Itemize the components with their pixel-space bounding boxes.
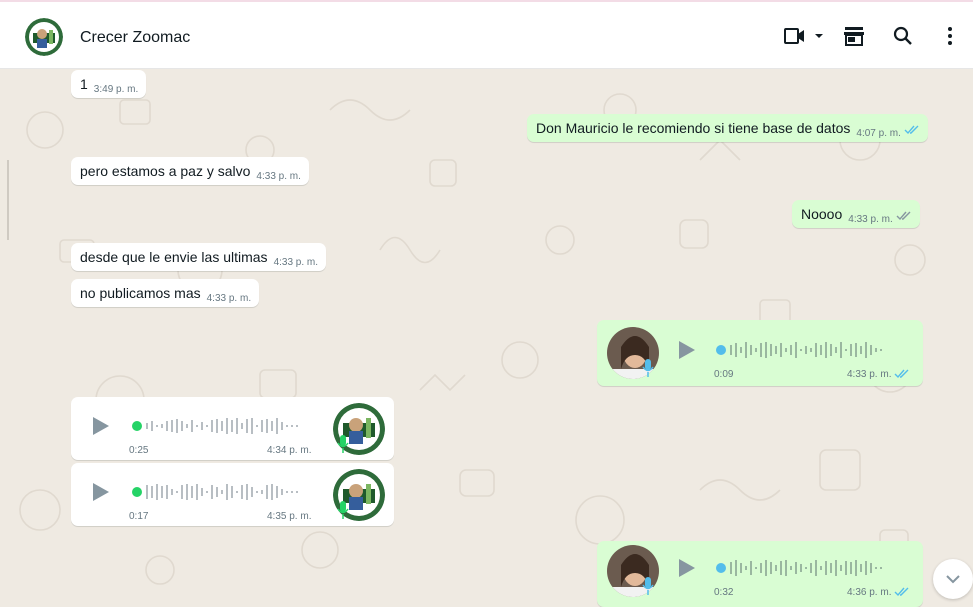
- chevron-down-icon[interactable]: [814, 31, 824, 41]
- message-time: 3:49 p. m.: [93, 84, 139, 95]
- message-outgoing[interactable]: Noooo 4:33 p. m.: [792, 200, 920, 228]
- waveform[interactable]: [131, 482, 321, 502]
- mic-icon: [337, 435, 349, 453]
- voice-message-outgoing[interactable]: 0:32 4:36 p. m.: [597, 541, 923, 607]
- message-text: 1: [80, 76, 88, 92]
- mic-icon: [642, 359, 654, 377]
- play-icon[interactable]: [679, 559, 695, 577]
- mic-icon: [642, 577, 654, 595]
- message-text: pero estamos a paz y salvo: [80, 163, 251, 179]
- chevron-down-icon: [946, 575, 960, 584]
- waveform[interactable]: [715, 558, 905, 578]
- play-icon[interactable]: [93, 483, 109, 501]
- voice-duration: 0:09: [714, 369, 734, 380]
- message-incoming[interactable]: desde que le envie las ultimas 4:33 p. m.: [71, 243, 327, 271]
- double-tick-icon: [894, 369, 909, 379]
- contact-avatar[interactable]: [25, 18, 63, 56]
- voice-message-outgoing[interactable]: 0:09 4:33 p. m.: [597, 320, 923, 386]
- voice-duration: 0:32: [714, 587, 734, 598]
- voice-time: 4:36 p. m.: [847, 587, 910, 598]
- message-text: Noooo: [801, 206, 843, 222]
- voice-duration: 0:25: [129, 445, 149, 456]
- contact-name[interactable]: Crecer Zoomac: [80, 29, 190, 47]
- message-time: 4:33 p. m.: [848, 214, 893, 225]
- double-tick-icon: [904, 125, 919, 135]
- left-resize-handle: [7, 160, 9, 240]
- message-time: 4:33 p. m.: [273, 257, 319, 268]
- voice-duration: 0:17: [129, 511, 149, 522]
- double-tick-icon: [894, 587, 909, 597]
- play-icon[interactable]: [679, 341, 695, 359]
- message-text: no publicamos mas: [80, 285, 201, 301]
- voice-time-text: 4:36 p. m.: [847, 587, 892, 598]
- message-time: 4:33 p. m.: [256, 171, 301, 182]
- chat-header: Crecer Zoomac: [0, 2, 973, 69]
- double-tick-icon: [896, 211, 911, 221]
- scroll-down-button[interactable]: [933, 559, 973, 599]
- shop-icon[interactable]: [842, 24, 866, 48]
- voice-time: 4:34 p. m.: [267, 445, 312, 456]
- voice-time: 4:33 p. m.: [847, 369, 910, 380]
- voice-message-incoming[interactable]: 0:17 4:35 p. m.: [71, 463, 394, 526]
- mic-icon: [337, 501, 349, 519]
- message-time: 4:33 p. m.: [206, 293, 252, 304]
- message-incoming[interactable]: 1 3:49 p. m.: [71, 70, 147, 98]
- voice-time-text: 4:33 p. m.: [847, 369, 892, 380]
- message-text: desde que le envie las ultimas: [80, 249, 268, 265]
- video-call-icon[interactable]: [783, 24, 807, 48]
- waveform[interactable]: [715, 340, 905, 360]
- message-time: 4:07 p. m.: [856, 128, 901, 139]
- voice-message-incoming[interactable]: 0:25 4:34 p. m.: [71, 397, 394, 460]
- play-icon[interactable]: [93, 417, 109, 435]
- waveform[interactable]: [131, 416, 321, 436]
- message-incoming[interactable]: pero estamos a paz y salvo 4:33 p. m.: [71, 157, 309, 185]
- message-outgoing[interactable]: Don Mauricio le recomiendo si tiene base…: [527, 114, 928, 142]
- message-text: Don Mauricio le recomiendo si tiene base…: [536, 120, 851, 136]
- more-vert-icon[interactable]: [940, 24, 960, 48]
- voice-time: 4:35 p. m.: [267, 511, 312, 522]
- search-icon[interactable]: [891, 24, 915, 48]
- message-incoming[interactable]: no publicamos mas 4:33 p. m.: [71, 279, 260, 307]
